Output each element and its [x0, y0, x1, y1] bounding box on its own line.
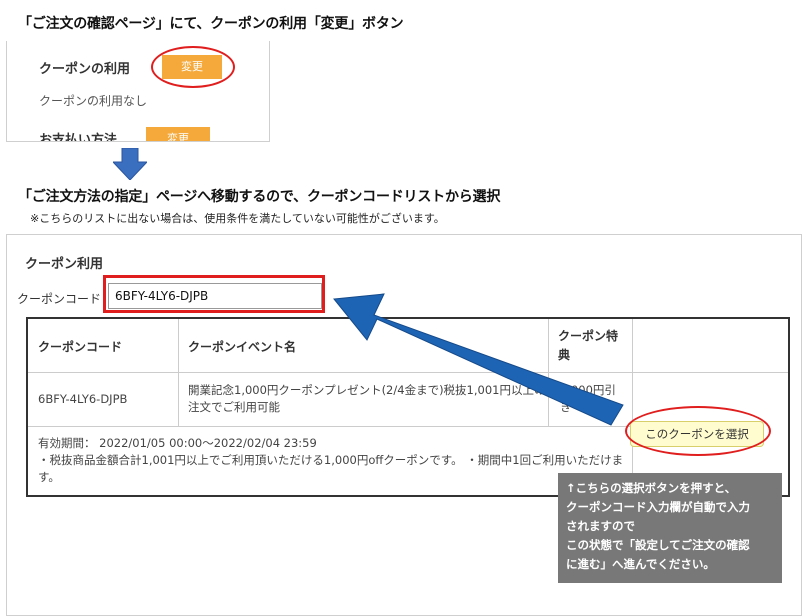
select-button-highlight [625, 406, 771, 456]
header-benefit: クーポン特典 [558, 329, 619, 362]
code-input-highlight [103, 275, 325, 313]
table-divider [28, 372, 788, 373]
cell-period: 有効期間： 2022/01/05 00:00～2022/02/04 23:59 … [38, 435, 634, 486]
coupon-details: ・税抜商品金額合計1,001円以上でご利用頂いただける1,000円offクーポン… [38, 453, 624, 484]
tooltip-line: この状態で「設定してご注文の確認 [566, 538, 750, 552]
table-divider [28, 426, 632, 427]
header-coupon-code: クーポンコード [38, 340, 123, 354]
list-note: ※こちらのリストに出ない場合は、使用条件を満たしていない可能性がございます。 [30, 212, 445, 225]
coupon-status-text: クーポンの利用なし [39, 94, 148, 108]
order-confirm-crop: クーポンの利用 変更 クーポンの利用なし お支払い方法 変更 [6, 41, 270, 142]
tooltip-line: クーポンコード入力欄が自動で入力 [566, 500, 750, 514]
cell-coupon-code: 6BFY-4LY6-DJPB [38, 392, 128, 406]
coupon-use-label: クーポンの利用 [39, 62, 131, 77]
step2-heading: 「ご注文方法の指定」ページへ移動するので、クーポンコードリストから選択 [18, 189, 501, 205]
cell-benefit: 1,000円引き [560, 383, 616, 414]
payment-change-button[interactable]: 変更 [146, 127, 210, 141]
table-divider [178, 319, 179, 426]
tooltip-line: に進む」へ進んでください。 [566, 557, 715, 571]
down-arrow-icon [113, 148, 147, 180]
tooltip-line: ↑こちらの選択ボタンを押すと、 [566, 481, 737, 495]
change-button-highlight [151, 46, 235, 88]
tooltip-line: されますので [566, 519, 635, 533]
coupon-use-title: クーポン利用 [25, 257, 104, 272]
cell-event-name: 開業記念1,000円クーポンプレゼント(2/4金まで)税抜1,001円以上のご注… [188, 383, 557, 414]
valid-period: 有効期間： 2022/01/05 00:00～2022/02/04 23:59 [38, 436, 317, 450]
payment-method-label: お支払い方法 [39, 133, 118, 142]
instruction-tooltip: ↑こちらの選択ボタンを押すと、 クーポンコード入力欄が自動で入力 されますので … [558, 473, 782, 583]
header-event-name: クーポンイベント名 [188, 340, 297, 354]
coupon-code-label: クーポンコード [17, 292, 102, 306]
step1-heading: 「ご注文の確認ページ」にて、クーポンの利用「変更」ボタン [18, 16, 404, 32]
